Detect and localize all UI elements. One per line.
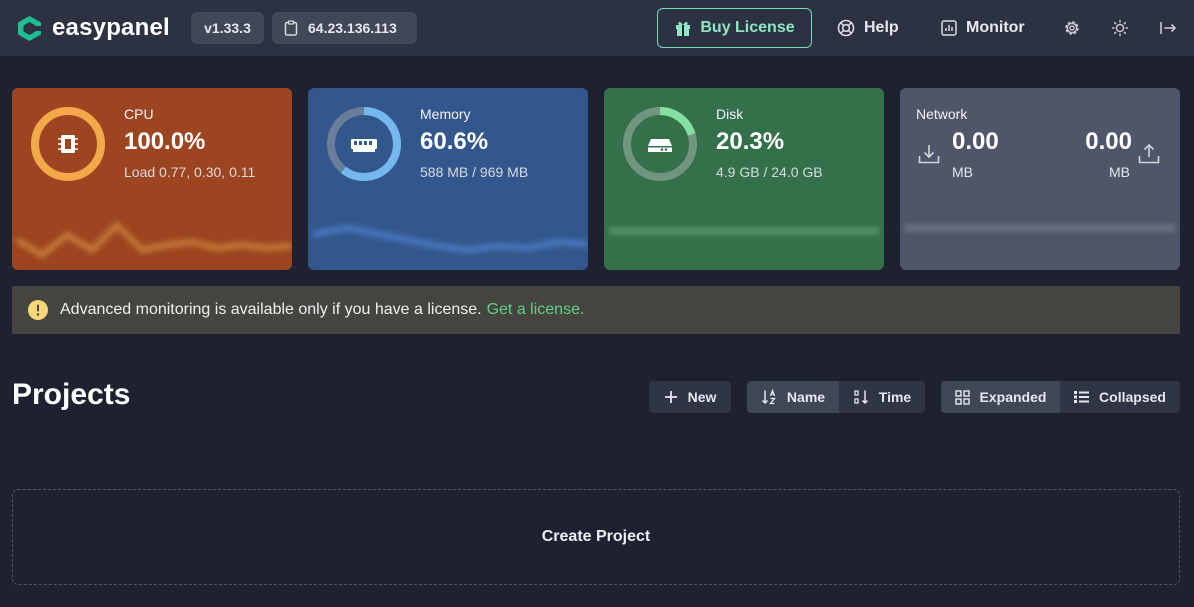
warning-icon	[28, 300, 48, 320]
gear-icon	[1065, 21, 1079, 35]
cpu-chip-icon	[58, 135, 78, 153]
memory-usage-ring	[327, 107, 401, 181]
list-icon	[1074, 391, 1090, 403]
sort-alpha-icon	[761, 389, 776, 405]
disk-sparkline	[609, 228, 879, 234]
sort-by-time-button[interactable]: Time	[839, 381, 925, 413]
sun-icon	[1111, 19, 1129, 37]
view-collapsed-button[interactable]: Collapsed	[1060, 381, 1180, 413]
disk-value: 20.3%	[716, 128, 785, 155]
theme-toggle-button[interactable]	[1110, 18, 1130, 38]
create-project-button[interactable]: Create Project	[12, 489, 1180, 585]
get-license-link[interactable]: Get a license.	[487, 301, 585, 319]
network-label: Network	[916, 106, 968, 122]
disk-card: Disk 20.3% 4.9 GB / 24.0 GB	[604, 88, 884, 270]
server-ip: 64.23.136.113	[308, 20, 397, 36]
cpu-usage-ring	[31, 107, 105, 181]
grid-icon	[954, 389, 970, 405]
network-out-unit: MB	[1109, 164, 1130, 180]
monitor-label: Monitor	[966, 19, 1025, 36]
disk-label: Disk	[716, 106, 744, 122]
view-expanded-button[interactable]: Expanded	[941, 381, 1060, 413]
cpu-value: 100.0%	[124, 128, 206, 155]
view-expanded-label: Expanded	[979, 389, 1047, 405]
sort-by-name-button[interactable]: Name	[747, 381, 839, 413]
create-project-label: Create Project	[541, 528, 651, 545]
network-in-unit: MB	[952, 164, 973, 180]
gift-icon	[676, 21, 691, 36]
cpu-label: CPU	[124, 106, 154, 122]
settings-button[interactable]	[1062, 18, 1082, 38]
memory-card: Memory 60.6% 588 MB / 969 MB	[308, 88, 588, 270]
brand-name: easypanel	[52, 14, 170, 41]
disk-usage: 4.9 GB / 24.0 GB	[716, 164, 823, 180]
easypanel-logo-icon	[18, 15, 43, 41]
cpu-load: Load 0.77, 0.30, 0.11	[124, 164, 256, 180]
memory-value: 60.6%	[420, 128, 489, 155]
memory-sparkline	[312, 224, 588, 254]
sort-name-label: Name	[786, 389, 826, 405]
monitor-link[interactable]: Monitor	[941, 16, 1025, 40]
network-sparkline	[905, 225, 1175, 231]
download-icon	[918, 145, 940, 164]
clipboard-icon	[284, 20, 298, 36]
network-card: Network 0.00 MB 0.00 MB	[900, 88, 1180, 270]
sort-numeric-icon	[854, 390, 868, 405]
memory-label: Memory	[420, 106, 471, 122]
logout-icon	[1160, 22, 1177, 34]
server-ip-copy[interactable]: 64.23.136.113	[272, 12, 417, 44]
plus-icon	[664, 391, 677, 403]
logout-button[interactable]	[1158, 18, 1178, 38]
network-in-value: 0.00	[952, 128, 999, 155]
help-label: Help	[864, 19, 899, 36]
top-bar: easypanel v1.33.3 64.23.136.113 Buy Lice…	[0, 0, 1194, 56]
cpu-card: CPU 100.0% Load 0.77, 0.30, 0.11	[12, 88, 292, 270]
new-project-button[interactable]: New	[649, 381, 731, 413]
help-link[interactable]: Help	[837, 16, 899, 40]
brand-logo[interactable]: easypanel	[16, 14, 170, 42]
new-label: New	[687, 389, 717, 405]
license-alert: Advanced monitoring is available only if…	[12, 286, 1180, 334]
buy-license-label: Buy License	[700, 19, 795, 36]
cpu-sparkline	[15, 220, 292, 259]
memory-module-icon	[351, 139, 377, 152]
network-out-value: 0.00	[1085, 128, 1132, 155]
buy-license-button[interactable]: Buy License	[657, 8, 812, 48]
upload-icon	[1138, 143, 1160, 164]
memory-usage: 588 MB / 969 MB	[420, 164, 529, 180]
projects-title: Projects	[12, 378, 131, 411]
view-collapsed-label: Collapsed	[1099, 389, 1166, 405]
version-badge: v1.33.3	[191, 12, 264, 44]
disk-usage-ring	[623, 107, 697, 181]
alert-message: Advanced monitoring is available only if…	[60, 301, 482, 318]
chart-icon	[941, 20, 957, 36]
hard-drive-icon	[648, 139, 672, 152]
sort-time-label: Time	[878, 389, 912, 405]
lifebuoy-icon	[837, 19, 855, 37]
